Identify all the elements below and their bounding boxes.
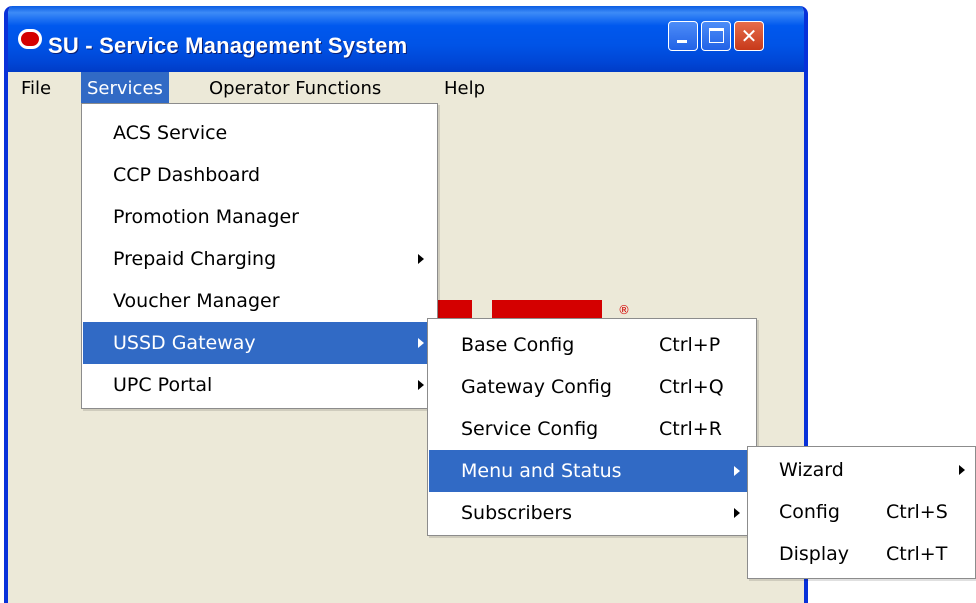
menu-item-label: Config bbox=[779, 501, 840, 523]
menu-item-label: Display bbox=[779, 543, 850, 565]
shortcut-label: Ctrl+P bbox=[659, 334, 721, 356]
shortcut-label: Ctrl+R bbox=[659, 418, 722, 440]
submenu-arrow-icon bbox=[418, 254, 424, 264]
submenu-arrow-icon bbox=[734, 466, 740, 476]
menu-item-base-config[interactable]: Base Config Ctrl+P bbox=[429, 324, 755, 366]
menu-and-status-submenu: Wizard Config Ctrl+S Display Ctrl+T bbox=[747, 446, 976, 579]
menu-operator-functions[interactable]: Operator Functions bbox=[203, 72, 387, 106]
menu-file[interactable]: File bbox=[15, 72, 57, 106]
menu-item-label: Gateway Config bbox=[461, 376, 612, 398]
menu-help[interactable]: Help bbox=[438, 72, 491, 106]
shortcut-label: Ctrl+Q bbox=[659, 376, 724, 398]
maximize-button[interactable] bbox=[701, 21, 731, 51]
menu-item-voucher-manager[interactable]: Voucher Manager bbox=[83, 280, 436, 322]
menu-item-label: Voucher Manager bbox=[113, 290, 280, 312]
logo-registered-mark: ® bbox=[618, 303, 630, 317]
shortcut-label: Ctrl+S bbox=[886, 501, 948, 523]
close-button[interactable]: ✕ bbox=[734, 21, 764, 51]
background-logo bbox=[432, 300, 602, 318]
oracle-logo-icon bbox=[18, 29, 42, 49]
menu-item-promotion-manager[interactable]: Promotion Manager bbox=[83, 196, 436, 238]
menu-services[interactable]: Services bbox=[81, 72, 169, 106]
menu-item-menu-and-status[interactable]: Menu and Status bbox=[429, 450, 755, 492]
menu-item-service-config[interactable]: Service Config Ctrl+R bbox=[429, 408, 755, 450]
menu-item-label: ACS Service bbox=[113, 122, 228, 144]
menu-item-label: USSD Gateway bbox=[113, 332, 256, 354]
menu-item-label: Base Config bbox=[461, 334, 575, 356]
services-menu: ACS Service CCP Dashboard Promotion Mana… bbox=[81, 103, 438, 409]
menu-item-label: UPC Portal bbox=[113, 374, 213, 396]
menu-item-display[interactable]: Display Ctrl+T bbox=[749, 533, 974, 575]
submenu-arrow-icon bbox=[734, 508, 740, 518]
window-title: SU - Service Management System bbox=[48, 33, 408, 58]
menu-item-upc-portal[interactable]: UPC Portal bbox=[83, 364, 436, 406]
submenu-arrow-icon bbox=[418, 380, 424, 390]
menu-item-label: Subscribers bbox=[461, 502, 573, 524]
menu-item-ussd-gateway[interactable]: USSD Gateway bbox=[83, 322, 436, 364]
menu-item-label: Prepaid Charging bbox=[113, 248, 277, 270]
menu-item-wizard[interactable]: Wizard bbox=[749, 449, 974, 491]
menu-item-gateway-config[interactable]: Gateway Config Ctrl+Q bbox=[429, 366, 755, 408]
shortcut-label: Ctrl+T bbox=[886, 543, 948, 565]
menu-item-prepaid-charging[interactable]: Prepaid Charging bbox=[83, 238, 436, 280]
minimize-button[interactable] bbox=[668, 21, 698, 51]
menu-item-config[interactable]: Config Ctrl+S bbox=[749, 491, 974, 533]
submenu-arrow-icon bbox=[959, 465, 965, 475]
menu-item-ccp-dashboard[interactable]: CCP Dashboard bbox=[83, 154, 436, 196]
close-icon: ✕ bbox=[740, 24, 758, 48]
menu-item-acs-service[interactable]: ACS Service bbox=[83, 112, 436, 154]
title-bar[interactable]: SU - Service Management System ✕ bbox=[8, 6, 804, 72]
menu-item-label: CCP Dashboard bbox=[113, 164, 261, 186]
menu-item-label: Service Config bbox=[461, 418, 599, 440]
menu-item-subscribers[interactable]: Subscribers bbox=[429, 492, 755, 534]
menu-item-label: Wizard bbox=[779, 459, 844, 481]
menu-item-label: Menu and Status bbox=[461, 460, 622, 482]
ussd-gateway-submenu: Base Config Ctrl+P Gateway Config Ctrl+Q… bbox=[427, 318, 757, 536]
menu-item-label: Promotion Manager bbox=[113, 206, 299, 228]
submenu-arrow-icon bbox=[418, 338, 424, 348]
